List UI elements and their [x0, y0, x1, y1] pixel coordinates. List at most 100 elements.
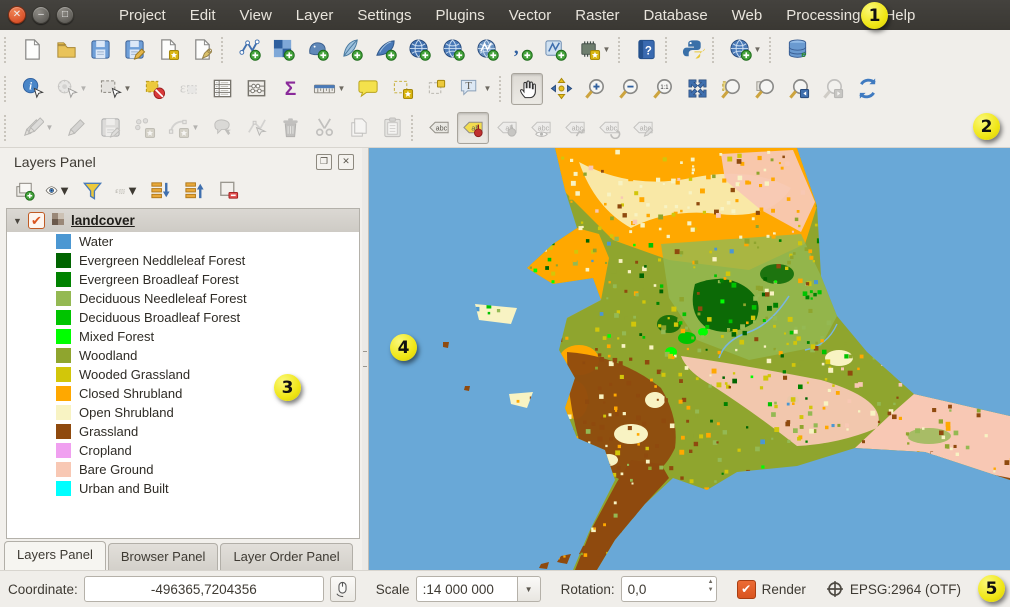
new-shapefile-layer-button[interactable] [539, 34, 571, 66]
dropdown-arrow-icon[interactable]: ▼ [754, 45, 762, 54]
new-bookmark-button[interactable] [386, 73, 418, 105]
statistical-summary-button[interactable] [240, 73, 272, 105]
legend-class-row[interactable]: Urban and Built [7, 479, 359, 498]
add-spatialite-layer-button[interactable] [335, 34, 367, 66]
menu-view[interactable]: View [229, 2, 283, 29]
dropdown-arrow-icon[interactable]: ▼ [192, 123, 200, 132]
legend-class-row[interactable]: Open Shrubland [7, 403, 359, 422]
menu-database[interactable]: Database [632, 2, 718, 29]
rotation-input[interactable]: 0,0 ▲▼ [621, 576, 717, 602]
panel-close-icon[interactable]: ✕ [338, 154, 354, 170]
crs-status-icon[interactable] [826, 580, 844, 598]
scale-dropdown-icon[interactable]: ▼ [518, 576, 541, 602]
new-project-button[interactable] [16, 34, 48, 66]
expander-icon[interactable]: ▼ [13, 216, 23, 226]
identify-features-button[interactable]: i [16, 73, 48, 105]
legend-class-row[interactable]: Grassland [7, 422, 359, 441]
field-calculator-sum-button[interactable]: Σ [274, 73, 306, 105]
refresh-map-button[interactable] [851, 73, 883, 105]
select-features-button[interactable]: ▼ [94, 73, 136, 105]
add-vector-layer-button[interactable] [233, 34, 265, 66]
pan-to-selection-button[interactable] [545, 73, 577, 105]
legend-class-row[interactable]: Evergreen Neddleleaf Forest [7, 251, 359, 270]
dropdown-arrow-icon[interactable]: ▼ [484, 84, 492, 93]
legend-class-row[interactable]: Deciduous Broadleaf Forest [7, 308, 359, 327]
menu-layer[interactable]: Layer [285, 2, 345, 29]
add-wfs-layer-button[interactable] [471, 34, 503, 66]
map-tips-button[interactable] [352, 73, 384, 105]
window-maximize-button[interactable]: □ [56, 6, 74, 24]
add-group-button[interactable] [10, 178, 38, 204]
zoom-to-layer-button[interactable] [749, 73, 781, 105]
metasearch-button[interactable]: ▼ [724, 34, 766, 66]
filter-legend-by-expression-button[interactable]: ε▼ [112, 178, 140, 204]
scale-input[interactable]: :14 000 000 [416, 576, 518, 602]
dropdown-arrow-icon[interactable]: ▼ [80, 84, 88, 93]
menu-vector[interactable]: Vector [498, 2, 563, 29]
open-attribute-table-button[interactable] [206, 73, 238, 105]
zoom-last-button[interactable] [783, 73, 815, 105]
add-wcs-layer-button[interactable] [437, 34, 469, 66]
dropdown-arrow-icon[interactable]: ▼ [124, 84, 132, 93]
coordinate-input[interactable]: -496365,7204356 [84, 576, 324, 602]
mouse-position-toggle-icon[interactable] [330, 576, 356, 602]
zoom-to-selection-button[interactable] [715, 73, 747, 105]
dropdown-arrow-icon[interactable]: ▼ [46, 123, 54, 132]
collapse-all-button[interactable] [180, 178, 208, 204]
menu-raster[interactable]: Raster [564, 2, 630, 29]
menu-edit[interactable]: Edit [179, 2, 227, 29]
save-project-button[interactable] [84, 34, 116, 66]
menu-processing[interactable]: Processing [775, 2, 871, 29]
new-layer-button[interactable]: ▼ [573, 34, 615, 66]
save-project-as-button[interactable] [118, 34, 150, 66]
menu-settings[interactable]: Settings [346, 2, 422, 29]
open-project-button[interactable] [50, 34, 82, 66]
zoom-in-button[interactable] [579, 73, 611, 105]
add-delimited-text-layer-button[interactable]: , [505, 34, 537, 66]
panel-float-icon[interactable]: ❐ [316, 154, 332, 170]
layer-labeling-options-button[interactable]: abc [423, 112, 455, 144]
legend-class-row[interactable]: Closed Shrubland [7, 384, 359, 403]
expand-all-button[interactable] [146, 178, 174, 204]
pin-labels-button[interactable]: ab [457, 112, 489, 144]
layer-name[interactable]: landcover [71, 213, 135, 228]
add-wms-layer-button[interactable] [403, 34, 435, 66]
menu-plugins[interactable]: Plugins [425, 2, 496, 29]
layer-checkbox[interactable]: ✔ [28, 212, 45, 229]
db-manager-button[interactable]: e [781, 34, 813, 66]
tab-browser-panel[interactable]: Browser Panel [108, 543, 219, 570]
text-annotation-button[interactable]: T▼ [454, 73, 496, 105]
legend-class-row[interactable]: Water [7, 232, 359, 251]
composer-manager-button[interactable] [186, 34, 218, 66]
tab-layer-order-panel[interactable]: Layer Order Panel [220, 543, 352, 570]
legend-class-row[interactable]: Woodland [7, 346, 359, 365]
show-bookmarks-button[interactable] [420, 73, 452, 105]
remove-layer-button[interactable] [214, 178, 242, 204]
filter-legend-button[interactable] [78, 178, 106, 204]
legend-class-row[interactable]: Mixed Forest [7, 327, 359, 346]
menu-project[interactable]: Project [108, 2, 177, 29]
window-minimize-button[interactable]: – [32, 6, 50, 24]
manage-layer-visibility-button[interactable]: ▼ [44, 178, 72, 204]
help-contents-button[interactable]: ? [630, 34, 662, 66]
tab-layers-panel[interactable]: Layers Panel [4, 541, 106, 570]
dropdown-arrow-icon[interactable]: ▼ [338, 84, 346, 93]
pan-map-button[interactable] [511, 73, 543, 105]
zoom-out-button[interactable] [613, 73, 645, 105]
layer-row-landcover[interactable]: ▼ ✔ landcover [7, 209, 359, 232]
legend-class-row[interactable]: Cropland [7, 441, 359, 460]
python-console-button[interactable] [677, 34, 709, 66]
zoom-native-button[interactable]: 1:1 [647, 73, 679, 105]
legend-class-row[interactable]: Bare Ground [7, 460, 359, 479]
new-print-composer-button[interactable] [152, 34, 184, 66]
legend-class-row[interactable]: Evergreen Broadleaf Forest [7, 270, 359, 289]
map-canvas[interactable] [368, 148, 1010, 570]
add-postgis-layer-button[interactable] [301, 34, 333, 66]
legend-class-row[interactable]: Deciduous Needleleaf Forest [7, 289, 359, 308]
add-raster-layer-button[interactable] [267, 34, 299, 66]
render-checkbox[interactable]: ✔ [737, 580, 756, 599]
dropdown-arrow-icon[interactable]: ▼ [603, 45, 611, 54]
window-close-button[interactable]: ✕ [8, 6, 26, 24]
deselect-features-button[interactable] [138, 73, 170, 105]
menu-web[interactable]: Web [721, 2, 774, 29]
